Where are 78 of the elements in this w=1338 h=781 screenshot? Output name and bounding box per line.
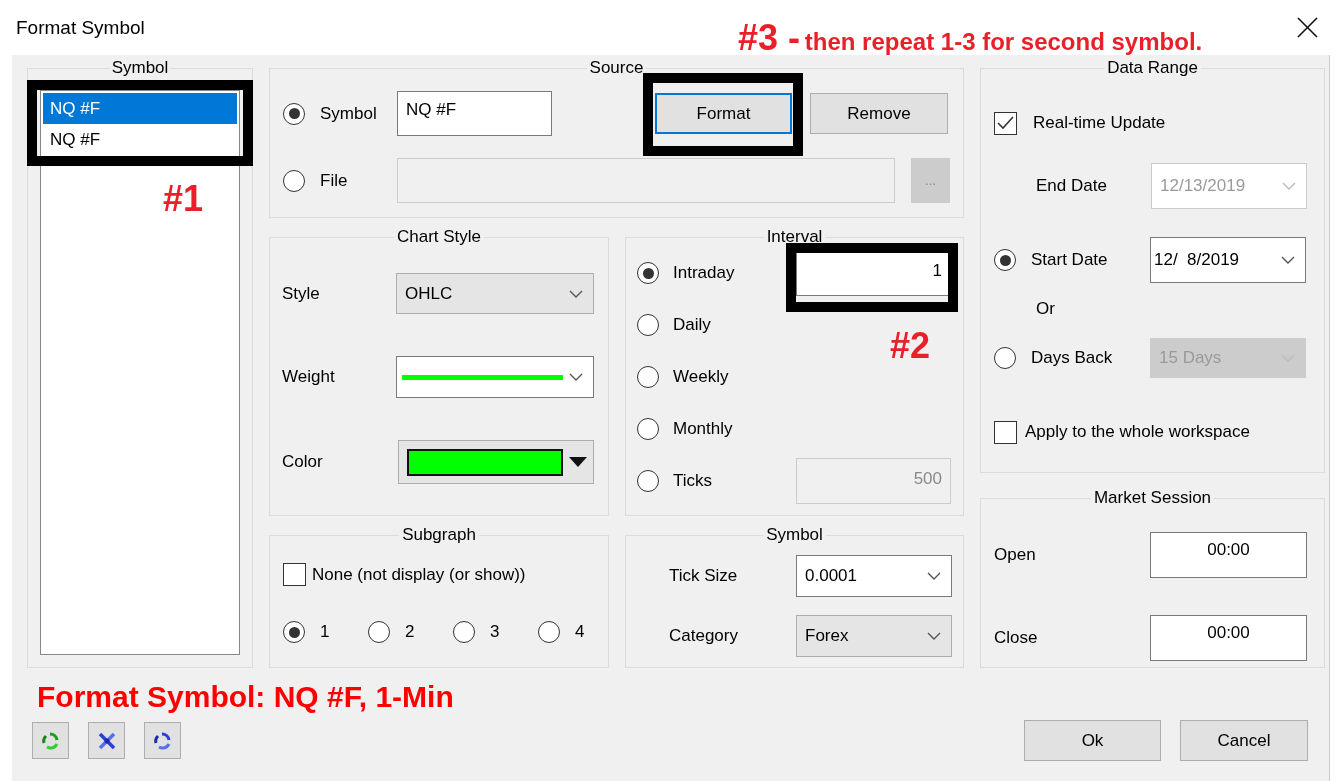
chevron-icon: [1282, 182, 1296, 190]
radio-label: Daily: [672, 315, 712, 335]
field-label: Color: [282, 452, 324, 472]
group-title: Data Range: [1106, 58, 1199, 78]
chevron-icon: [927, 632, 941, 640]
checkbox-label: None (not display (or show)): [312, 564, 526, 585]
style-dropdown[interactable]: OHLC: [396, 273, 594, 314]
radio-label: 1: [320, 622, 331, 642]
radio-label: Ticks: [672, 471, 714, 491]
or-label: Or: [1036, 299, 1055, 319]
radio-button[interactable]: [637, 366, 659, 388]
tools-icon[interactable]: [88, 722, 125, 759]
radio-label: Monthly: [672, 419, 734, 439]
annotation-label: #1: [163, 181, 204, 217]
radio-button[interactable]: [994, 249, 1016, 271]
group-title: Market Session: [1092, 488, 1213, 508]
radio-label: 2: [405, 622, 416, 642]
check-icon: [997, 116, 1014, 130]
radio-label: 3: [490, 622, 501, 642]
radio-label: Intraday: [672, 263, 736, 283]
group-title: Source: [588, 58, 645, 78]
radio-button[interactable]: [283, 102, 305, 125]
checkbox-label: Real-time Update: [1033, 113, 1166, 133]
chevron-icon: [569, 289, 583, 298]
window-title: Format Symbol: [16, 16, 145, 39]
field-label: Weight: [282, 367, 336, 387]
time-field[interactable]: 00:00: [1150, 615, 1307, 661]
checkbox[interactable]: [994, 420, 1017, 444]
tick-size-dropdown[interactable]: 0.0001: [796, 555, 952, 597]
chevron-icon: [569, 373, 583, 381]
field-label: End Date: [1036, 176, 1108, 196]
category-dropdown[interactable]: Forex: [796, 615, 952, 657]
cancel-button[interactable]: Cancel: [1180, 720, 1308, 761]
radio-label: Symbol: [320, 103, 378, 124]
field-label: Close: [994, 628, 1039, 648]
group-title: Symbol: [765, 525, 824, 545]
radio-label: 4: [575, 622, 586, 642]
format-button[interactable]: Format: [655, 93, 792, 134]
date-dropdown[interactable]: 12/ 8/2019: [1150, 237, 1306, 283]
radio-button[interactable]: [453, 621, 475, 643]
radio-button[interactable]: [368, 621, 390, 643]
remove-button[interactable]: Remove: [810, 93, 948, 134]
line-weight-dropdown[interactable]: [396, 356, 594, 398]
field-label: Category: [669, 626, 739, 646]
radio-button[interactable]: [538, 621, 560, 643]
group-title: Symbol: [110, 58, 170, 78]
list-item[interactable]: NQ #F: [43, 124, 237, 155]
chevron-icon: [927, 572, 941, 580]
checkbox[interactable]: [283, 563, 306, 586]
time-field[interactable]: 00:00: [1150, 532, 1307, 578]
radio-button[interactable]: [283, 621, 305, 643]
radio-label: Days Back: [1031, 348, 1114, 368]
cycle-arrows-icon[interactable]: [144, 722, 181, 759]
radio-button[interactable]: [637, 418, 659, 440]
radio-button[interactable]: [637, 262, 659, 284]
checkbox[interactable]: [994, 111, 1017, 135]
chevron-icon: [1281, 256, 1295, 264]
symbol-field[interactable]: NQ #F: [397, 91, 552, 136]
annotation-label: #2: [890, 328, 931, 364]
radio-button[interactable]: [637, 314, 659, 336]
cycle-arrows-icon[interactable]: [32, 722, 69, 759]
field-label: Style: [282, 283, 321, 304]
status-caption: Format Symbol: NQ #F, 1-Min: [37, 680, 455, 714]
group-title: Interval: [765, 227, 824, 247]
radio-label: Start Date: [1031, 250, 1109, 270]
ok-button[interactable]: Ok: [1024, 720, 1161, 761]
group-title: Chart Style: [395, 227, 483, 247]
radio-label: File: [320, 170, 349, 191]
close-icon[interactable]: [1297, 17, 1318, 38]
list-item[interactable]: NQ #F: [43, 93, 237, 124]
field-label: Tick Size: [669, 566, 739, 586]
annotation-label: #3 -then repeat 1-3 for second symbol.: [738, 20, 1203, 56]
radio-label: Weekly: [672, 367, 730, 387]
triangle-icon: [569, 457, 587, 467]
color-picker[interactable]: [398, 440, 594, 484]
field-label: Open: [994, 545, 1037, 565]
group-title: Subgraph: [401, 525, 477, 545]
checkbox-label: Apply to the whole workspace: [1025, 422, 1250, 442]
